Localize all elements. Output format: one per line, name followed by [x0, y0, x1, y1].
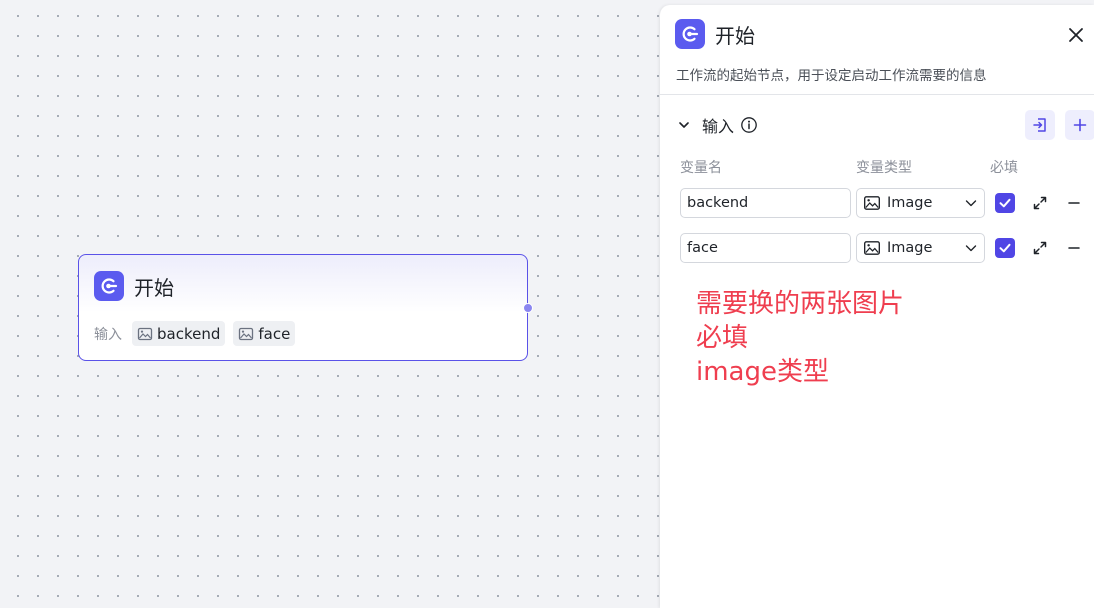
panel-description: 工作流的起始节点，用于设定启动工作流需要的信息 — [676, 68, 987, 84]
variable-name-input[interactable] — [680, 188, 851, 218]
column-header-type: 变量类型 — [856, 160, 912, 176]
node-header: 开始 — [94, 271, 174, 301]
node-inputs: 输入 backend face — [94, 321, 303, 346]
chevron-down-icon[interactable] — [676, 117, 692, 133]
divider — [660, 94, 1094, 95]
column-header-required: 必填 — [990, 160, 1018, 176]
import-button[interactable] — [1025, 110, 1055, 140]
annotation-line: 需要换的两张图片 — [696, 289, 905, 319]
required-checkbox[interactable] — [995, 238, 1015, 258]
variable-row: Image — [660, 188, 1094, 218]
node-inputs-label: 输入 — [94, 326, 122, 343]
close-button[interactable] — [1064, 23, 1088, 47]
variable-name-input[interactable] — [680, 233, 851, 263]
expand-icon[interactable] — [1030, 193, 1050, 213]
variable-type-select[interactable]: Image — [856, 188, 985, 218]
chevron-down-icon — [965, 245, 977, 252]
check-icon — [999, 198, 1011, 208]
plus-icon — [1073, 118, 1087, 132]
panel-header: 开始 — [675, 19, 755, 49]
annotation-line: 必填 — [696, 323, 749, 353]
start-node[interactable]: 开始 输入 backend face — [78, 254, 533, 361]
column-header-name: 变量名 — [680, 160, 722, 176]
variable-type-value: Image — [887, 240, 933, 256]
remove-variable-button[interactable] — [1064, 238, 1084, 258]
node-config-panel: 开始 工作流的起始节点，用于设定启动工作流需要的信息 输入 变量名 变量类型 必… — [660, 5, 1094, 608]
input-section-header: 输入 — [676, 113, 758, 137]
chevron-down-icon — [965, 200, 977, 207]
import-icon — [1033, 118, 1046, 132]
image-icon — [864, 196, 880, 210]
start-node-icon — [94, 271, 124, 301]
workflow-canvas[interactable]: 开始 输入 backend face — [0, 0, 660, 608]
variable-row: Image — [660, 233, 1094, 263]
input-tag-face: face — [233, 321, 296, 346]
node-title: 开始 — [134, 275, 174, 300]
output-handle[interactable] — [523, 303, 533, 313]
check-icon — [999, 243, 1011, 253]
close-icon — [1069, 28, 1083, 42]
variable-type-value: Image — [887, 195, 933, 211]
expand-icon[interactable] — [1030, 238, 1050, 258]
panel-title: 开始 — [715, 23, 755, 48]
annotation-line: image类型 — [696, 357, 829, 387]
input-tag-backend: backend — [132, 321, 226, 346]
image-icon — [137, 327, 153, 340]
add-variable-button[interactable] — [1065, 110, 1094, 140]
remove-variable-button[interactable] — [1064, 193, 1084, 213]
minus-icon — [1068, 247, 1080, 249]
variable-type-select[interactable]: Image — [856, 233, 985, 263]
required-checkbox[interactable] — [995, 193, 1015, 213]
input-tag-label: backend — [157, 324, 221, 343]
annotation-note: 需要换的两张图片 必填 image类型 — [696, 287, 904, 389]
minus-icon — [1068, 202, 1080, 204]
input-tag-label: face — [258, 324, 291, 343]
section-title: 输入 — [702, 117, 735, 136]
image-icon — [239, 327, 254, 340]
info-icon[interactable] — [740, 116, 758, 134]
image-icon — [864, 241, 880, 255]
start-node-icon — [675, 19, 705, 49]
